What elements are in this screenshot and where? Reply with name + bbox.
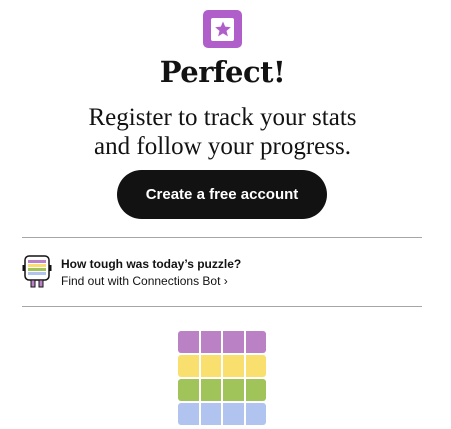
result-grid-cell bbox=[221, 355, 244, 377]
result-grid bbox=[178, 331, 266, 427]
create-account-button[interactable]: Create a free account bbox=[117, 170, 327, 219]
result-grid-cell bbox=[221, 403, 244, 425]
result-grid-cell bbox=[178, 331, 199, 353]
divider-top bbox=[22, 237, 422, 238]
connections-bot-promo[interactable]: How tough was today’s puzzle? Find out w… bbox=[22, 254, 422, 290]
register-message-line-2: and follow your progress. bbox=[94, 133, 351, 160]
result-grid-cell bbox=[221, 379, 244, 401]
result-grid-row-yellow bbox=[178, 355, 266, 377]
result-grid-cell bbox=[221, 331, 244, 353]
result-grid-row-purple bbox=[178, 331, 266, 353]
result-grid-row-blue bbox=[178, 403, 266, 425]
result-grid-cell bbox=[178, 355, 199, 377]
result-grid-cell bbox=[198, 403, 221, 425]
result-title: Perfect! bbox=[159, 55, 286, 89]
divider-bottom bbox=[22, 306, 422, 307]
result-grid-cell bbox=[198, 355, 221, 377]
result-grid-cell bbox=[243, 331, 266, 353]
result-grid-cell bbox=[243, 355, 266, 377]
result-grid-cell bbox=[198, 379, 221, 401]
result-grid-row-green bbox=[178, 379, 266, 401]
puzzle-badge bbox=[203, 10, 242, 48]
result-grid-cell bbox=[178, 403, 199, 425]
connections-bot-icon bbox=[22, 255, 52, 289]
result-grid-cell bbox=[243, 403, 266, 425]
result-grid-cell bbox=[198, 331, 221, 353]
result-grid-cell bbox=[243, 379, 266, 401]
result-grid-cell bbox=[178, 379, 199, 401]
bot-question: How tough was today’s puzzle? bbox=[61, 257, 242, 271]
register-message: Register to track your stats and follow … bbox=[0, 103, 445, 161]
register-message-line-1: Register to track your stats bbox=[88, 104, 357, 131]
connections-bot-link[interactable]: Find out with Connections Bot › bbox=[61, 274, 228, 288]
star-icon bbox=[211, 17, 234, 41]
